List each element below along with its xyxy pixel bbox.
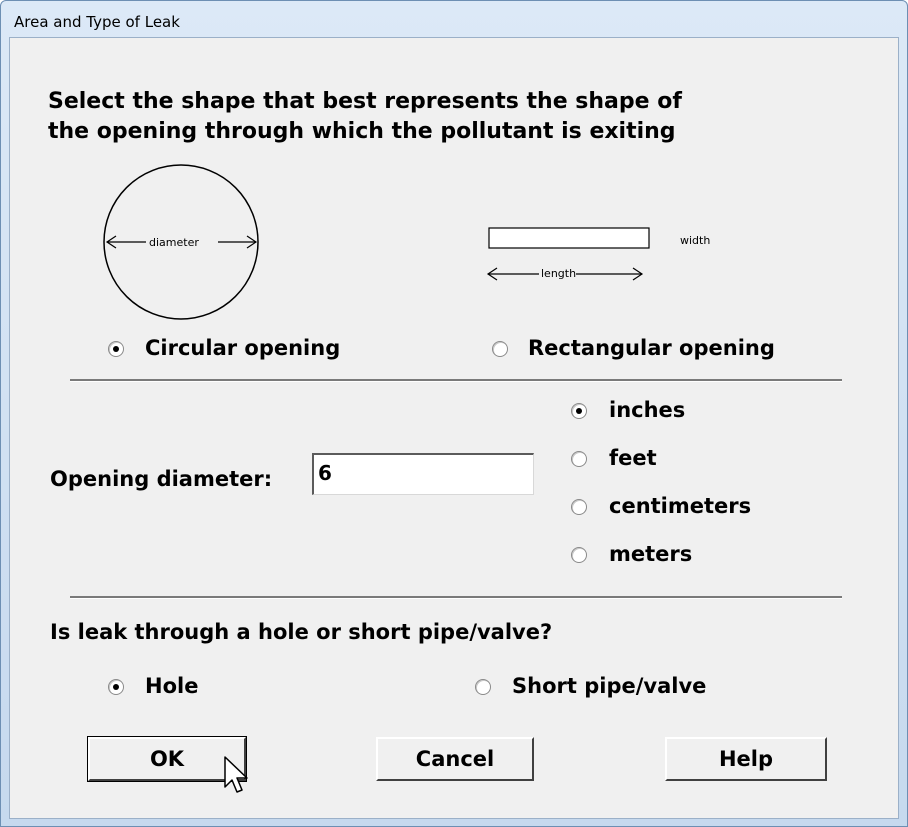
cancel-button[interactable]: Cancel (376, 737, 534, 781)
unit-radio-centimeters[interactable] (571, 499, 587, 515)
window-title: Area and Type of Leak (14, 13, 180, 31)
unit-label-meters[interactable]: meters (609, 542, 692, 566)
unit-radio-feet[interactable] (571, 451, 587, 467)
divider-bottom (70, 596, 842, 599)
opening-diameter-label: Opening diameter: (50, 467, 273, 491)
help-button[interactable]: Help (665, 737, 827, 781)
instruction-line-1: Select the shape that best represents th… (48, 89, 682, 114)
short-pipe-valve-radio[interactable] (475, 679, 491, 695)
divider-top (70, 379, 842, 382)
rectangular-opening-radio[interactable] (492, 341, 508, 357)
diameter-label: diameter (149, 236, 199, 249)
unit-radio-inches[interactable] (571, 403, 587, 419)
mouse-cursor-icon (224, 756, 248, 793)
leak-type-question: Is leak through a hole or short pipe/val… (50, 620, 553, 644)
length-label: length (541, 267, 577, 280)
rectangular-opening-label[interactable]: Rectangular opening (528, 336, 775, 360)
unit-label-centimeters[interactable]: centimeters (609, 494, 751, 518)
unit-label-feet[interactable]: feet (609, 446, 657, 470)
unit-radio-meters[interactable] (571, 547, 587, 563)
short-pipe-valve-label[interactable]: Short pipe/valve (512, 674, 706, 698)
circular-opening-label[interactable]: Circular opening (145, 336, 340, 360)
hole-radio[interactable] (108, 679, 124, 695)
unit-label-inches[interactable]: inches (609, 398, 685, 422)
dialog-client-area (9, 37, 899, 819)
instruction-line-2: the opening through which the pollutant … (48, 119, 676, 144)
title-bar[interactable]: Area and Type of Leak (1, 1, 907, 37)
circular-opening-radio[interactable] (108, 341, 124, 357)
opening-diameter-input[interactable]: 6 (312, 453, 534, 495)
hole-label[interactable]: Hole (145, 674, 198, 698)
width-label: width (680, 234, 711, 247)
